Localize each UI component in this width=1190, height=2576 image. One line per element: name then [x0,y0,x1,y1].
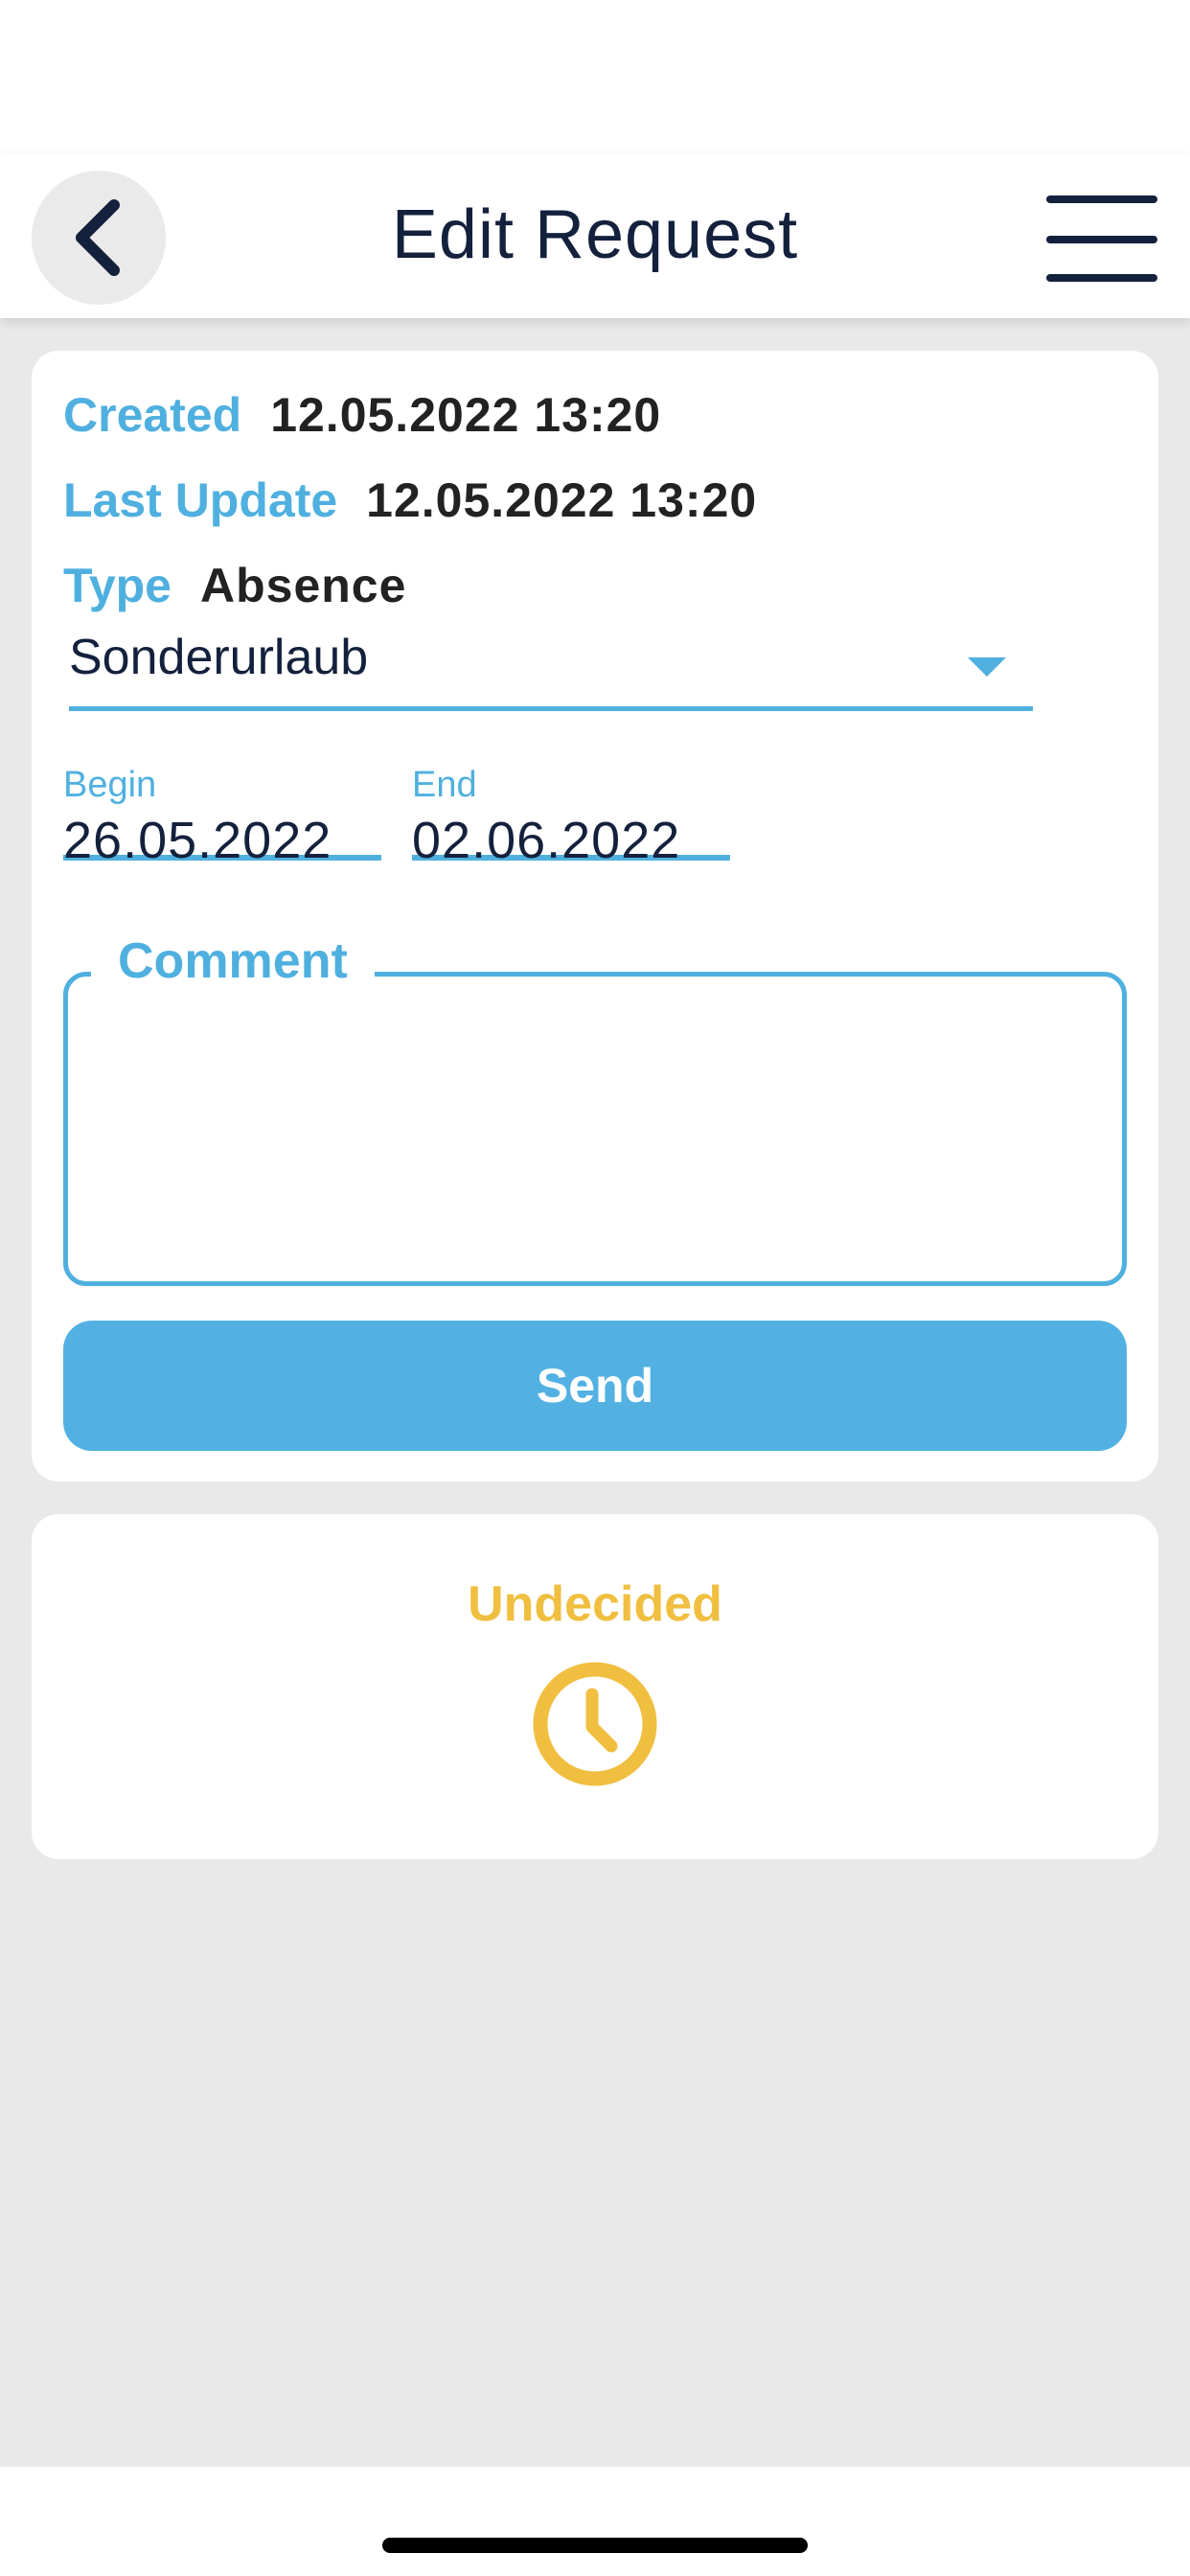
caret-down-icon [968,657,1006,677]
type-value: Absence [200,559,407,612]
clock-icon [533,1662,657,1786]
begin-date-value: 26.05.2022 [63,812,332,869]
created-row: Created 12.05.2022 13:20 [63,387,661,443]
end-date-value: 02.06.2022 [412,812,681,869]
status-label: Undecided [468,1576,722,1632]
home-indicator-area [0,2467,1190,2576]
last-update-value: 12.05.2022 13:20 [366,473,758,527]
begin-date-field[interactable]: Begin 26.05.2022 [63,765,381,869]
end-date-field[interactable]: End 02.06.2022 [412,765,730,869]
end-date-label: End [412,765,477,805]
type-label: Type [63,559,172,612]
comment-label: Comment [91,932,375,990]
decision-status-card: Undecided [32,1514,1158,1859]
last-update-label: Last Update [63,473,338,527]
created-value: 12.05.2022 13:20 [270,388,662,442]
absence-type-selected-value: Sonderurlaub [69,630,369,685]
request-form-card: Created 12.05.2022 13:20 Last Update 12.… [32,351,1158,1482]
send-button[interactable]: Send [63,1321,1127,1451]
menu-button[interactable] [1042,196,1157,282]
absence-type-select[interactable]: Sonderurlaub [69,629,1033,711]
status-bar [0,0,1190,153]
app-header: Edit Request [0,153,1190,318]
begin-date-label: Begin [63,765,157,805]
type-row: Type Absence [63,558,406,613]
last-update-row: Last Update 12.05.2022 13:20 [63,472,757,528]
created-label: Created [63,388,242,442]
home-indicator[interactable] [382,2538,808,2553]
page-title: Edit Request [391,196,799,273]
comment-input[interactable]: Comment [63,932,1127,1286]
